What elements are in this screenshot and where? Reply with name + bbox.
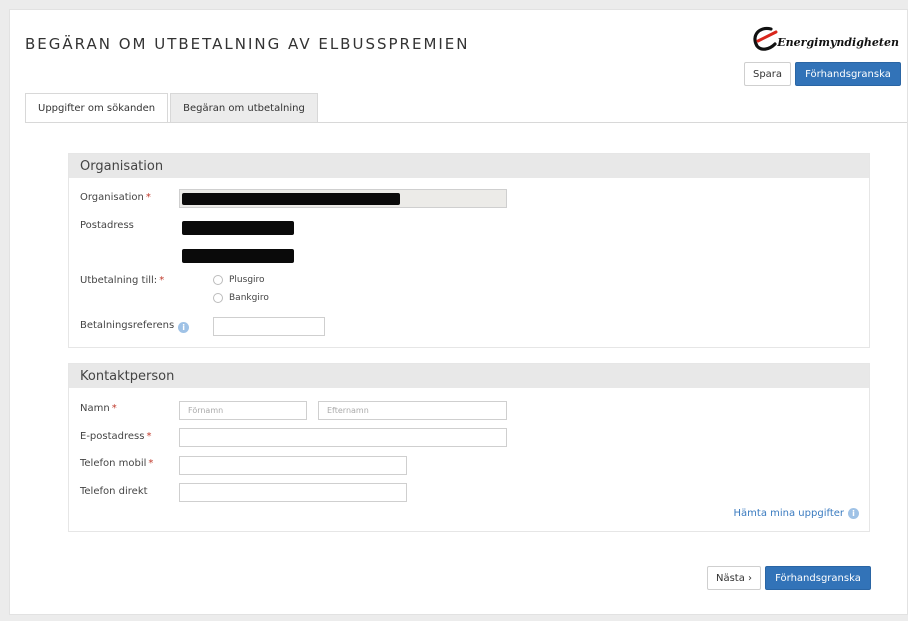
radio-bankgiro[interactable]: Bankgiro — [213, 293, 269, 303]
tab-divider — [25, 122, 907, 123]
direct-phone-input[interactable] — [179, 483, 407, 502]
redacted-address-line-2 — [182, 249, 294, 263]
required-marker: * — [148, 458, 154, 469]
save-button[interactable]: Spara — [744, 62, 791, 86]
ref-label: Betalningsreferens i — [80, 320, 190, 333]
info-icon[interactable]: i — [848, 508, 859, 519]
email-label: E-postadress * — [80, 431, 152, 442]
tab-payment-request[interactable]: Begäran om utbetalning — [170, 93, 318, 123]
organisation-heading: Organisation — [69, 154, 869, 178]
fetch-my-details-link[interactable]: Hämta mina uppgifter i — [734, 508, 859, 519]
form-page: BEGÄRAN OM UTBETALNING AV ELBUSSPREMIEN … — [9, 9, 908, 615]
redacted-org-name — [182, 193, 400, 205]
preview-button-top[interactable]: Förhandsgranska — [795, 62, 901, 86]
page-title: BEGÄRAN OM UTBETALNING AV ELBUSSPREMIEN — [25, 35, 470, 53]
first-name-input[interactable]: Förnamn — [179, 401, 307, 420]
name-label: Namn * — [80, 403, 117, 414]
required-marker: * — [159, 275, 165, 286]
preview-button-bottom[interactable]: Förhandsgranska — [765, 566, 871, 590]
logo-text: Energimyndigheten — [777, 35, 899, 49]
tab-applicant[interactable]: Uppgifter om sökanden — [25, 93, 169, 123]
redacted-address-line-1 — [182, 221, 294, 235]
payment-reference-input[interactable] — [213, 317, 325, 336]
energimyndigheten-logo: Energimyndigheten — [749, 24, 899, 54]
radio-plusgiro[interactable]: Plusgiro — [213, 275, 265, 285]
email-input[interactable] — [179, 428, 507, 447]
logo-swoosh-icon — [753, 26, 778, 51]
organisation-section: Organisation Organisation * Postadress Ut… — [68, 153, 870, 348]
mobile-phone-input[interactable] — [179, 456, 407, 475]
mobile-label: Telefon mobil * — [80, 458, 154, 469]
org-label: Organisation * — [80, 192, 151, 203]
payout-label: Utbetalning till: * — [80, 275, 165, 286]
required-marker: * — [111, 403, 117, 414]
radio-circle-icon — [213, 275, 223, 285]
postal-label: Postadress — [80, 220, 134, 231]
info-icon[interactable]: i — [178, 322, 190, 333]
required-marker: * — [146, 431, 152, 442]
direct-label: Telefon direkt — [80, 486, 148, 497]
last-name-input[interactable]: Efternamn — [318, 401, 507, 420]
required-marker: * — [145, 192, 151, 203]
next-button[interactable]: Nästa › — [707, 566, 761, 590]
radio-circle-icon — [213, 293, 223, 303]
contact-heading: Kontaktperson — [69, 364, 869, 388]
tab-bar: Uppgifter om sökanden Begäran om utbetal… — [25, 93, 318, 123]
contact-section: Kontaktperson Namn * Förnamn Efternamn E-… — [68, 363, 870, 532]
